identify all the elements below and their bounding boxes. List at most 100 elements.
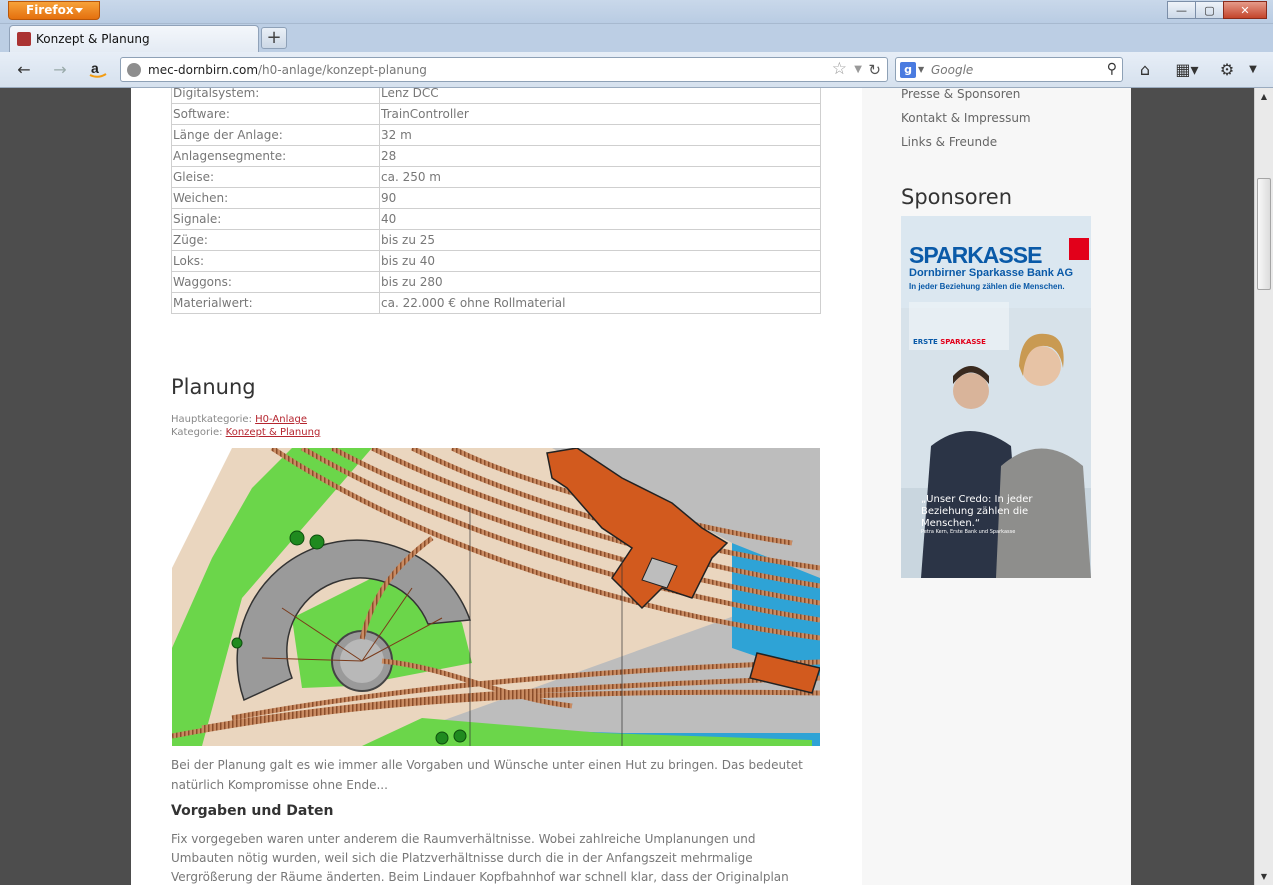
table-row: Software: TrainController: [171, 103, 821, 125]
url-path: /h0-anlage/konzept-planung: [258, 63, 427, 77]
table-row: Waggons: bis zu 280: [171, 271, 821, 293]
svg-text:a: a: [91, 60, 99, 76]
spec-value: Lenz DCC: [379, 88, 821, 104]
back-arrow-icon[interactable]: ←: [12, 58, 36, 82]
tab-title: Konzept & Planung: [36, 32, 150, 46]
spec-key: Materialwert:: [171, 292, 380, 314]
sidebar-link-presse[interactable]: Presse & Sponsoren: [901, 88, 1031, 106]
ad-erste-label: ERSTE: [913, 338, 938, 346]
spec-value: bis zu 40: [379, 250, 821, 272]
sidebar-link-links[interactable]: Links & Freunde: [901, 130, 1031, 154]
main-category-label: Hauptkategorie:: [171, 414, 252, 425]
post-meta: Hauptkategorie: H0-Anlage Kategorie: Kon…: [171, 413, 320, 439]
addon-icon[interactable]: ⚙: [1215, 58, 1239, 82]
search-placeholder: Google: [931, 63, 974, 77]
spec-key: Anlagensegmente:: [171, 145, 380, 167]
address-bar[interactable]: mec-dornbirn.com/h0-anlage/konzept-planu…: [120, 57, 888, 82]
spec-value: ca. 250 m: [379, 166, 821, 188]
maximize-button[interactable]: ▢: [1195, 1, 1224, 19]
amazon-icon[interactable]: a: [86, 58, 110, 82]
spec-key: Weichen:: [171, 187, 380, 209]
history-dropdown-icon[interactable]: ▼: [854, 64, 862, 75]
scroll-up-arrow-icon[interactable]: ▲: [1255, 88, 1273, 105]
home-icon[interactable]: ⌂: [1133, 58, 1157, 82]
bookmarks-menu-icon[interactable]: ▦▾: [1170, 58, 1204, 82]
body-paragraph: Fix vorgegeben waren unter anderem die R…: [171, 832, 789, 884]
table-row: Loks: bis zu 40: [171, 250, 821, 272]
table-row: Digitalsystem: Lenz DCC: [171, 88, 821, 104]
spec-value: ca. 22.000 € ohne Rollmaterial: [379, 292, 821, 314]
scrollbar-thumb[interactable]: [1257, 178, 1271, 290]
spec-key: Züge:: [171, 229, 380, 251]
ad-bank-name: Dornbirner Sparkasse Bank AG: [909, 267, 1074, 279]
spec-value: bis zu 25: [379, 229, 821, 251]
url-host: mec-dornbirn.com: [148, 63, 259, 77]
main-category-link[interactable]: H0-Anlage: [255, 414, 307, 425]
scroll-down-arrow-icon[interactable]: ▼: [1255, 868, 1273, 885]
sidebar: Presse & Sponsoren Kontakt & Impressum L…: [862, 88, 1131, 885]
subheading-vorgaben: Vorgaben und Daten: [171, 803, 334, 819]
search-engine-dropdown-icon[interactable]: ▼: [918, 65, 924, 74]
tab-strip: Konzept & Planung +: [0, 24, 1273, 52]
firefox-label: Firefox: [26, 3, 74, 17]
spec-key: Software:: [171, 103, 380, 125]
table-row: Signale: 40: [171, 208, 821, 230]
chevron-down-icon: [75, 8, 83, 13]
table-row: Züge: bis zu 25: [171, 229, 821, 251]
sparkasse-ad-banner[interactable]: SPARKASSE Dornbirner Sparkasse Bank AG I…: [901, 216, 1091, 578]
vertical-scrollbar[interactable]: ▲ ▼: [1254, 88, 1273, 885]
spec-key: Digitalsystem:: [171, 88, 380, 104]
toolbar-overflow-icon[interactable]: ▼: [1241, 58, 1265, 82]
spec-key: Signale:: [171, 208, 380, 230]
globe-icon: [127, 63, 141, 77]
ad-slogan: In jeder Beziehung zählen die Menschen.: [909, 282, 1065, 291]
new-tab-button[interactable]: +: [261, 27, 287, 49]
spec-value: 28: [379, 145, 821, 167]
minimize-button[interactable]: —: [1167, 1, 1196, 19]
ad-erste-brand: SPARKASSE: [940, 338, 986, 346]
sponsors-heading: Sponsoren: [901, 185, 1013, 209]
ad-quote-author: Petra Kern, Erste Bank und Sparkasse: [921, 529, 1016, 535]
table-row: Anlagensegmente: 28: [171, 145, 821, 167]
close-window-button[interactable]: ✕: [1223, 1, 1267, 19]
spec-value: 40: [379, 208, 821, 230]
search-engine-google-icon[interactable]: g: [900, 62, 916, 78]
sidebar-nav: Presse & Sponsoren Kontakt & Impressum L…: [901, 88, 1031, 154]
search-bar[interactable]: g ▼ Google ⚲: [895, 57, 1123, 82]
spec-value: TrainController: [379, 103, 821, 125]
search-icon[interactable]: ⚲: [1107, 61, 1117, 77]
specs-table: Digitalsystem: Lenz DCC Software: TrainCont…: [171, 88, 821, 314]
page-viewport: Digitalsystem: Lenz DCC Software: TrainCont…: [0, 88, 1254, 885]
url-text[interactable]: mec-dornbirn.com/h0-anlage/konzept-planu…: [148, 63, 427, 77]
category-link[interactable]: Konzept & Planung: [226, 427, 321, 438]
section-heading-planung: Planung: [171, 375, 256, 399]
table-row: Weichen: 90: [171, 187, 821, 209]
layout-plan-image: [172, 448, 820, 746]
ad-erste-logo: ERSTE SPARKASSE: [913, 338, 986, 346]
table-row: Materialwert: ca. 22.000 € ohne Rollmater…: [171, 292, 821, 314]
window-controls: — ▢ ✕: [1167, 1, 1267, 19]
spec-key: Loks:: [171, 250, 380, 272]
tab-konzept-planung[interactable]: Konzept & Planung: [9, 25, 259, 52]
category-label: Kategorie:: [171, 427, 223, 438]
spec-key: Waggons:: [171, 271, 380, 293]
ad-quote: „Unser Credo: In jeder Beziehung zählen …: [921, 494, 1033, 529]
sidebar-link-kontakt[interactable]: Kontakt & Impressum: [901, 106, 1031, 130]
intro-paragraph: Bei der Planung galt es wie immer alle V…: [171, 758, 803, 792]
spec-value: 90: [379, 187, 821, 209]
spec-value: bis zu 280: [379, 271, 821, 293]
spec-value: 32 m: [379, 124, 821, 146]
firefox-menu-button[interactable]: Firefox: [8, 1, 100, 20]
window-titlebar: Firefox — ▢ ✕: [0, 0, 1273, 24]
spec-key: Länge der Anlage:: [171, 124, 380, 146]
ad-brand: SPARKASSE: [909, 242, 1042, 268]
table-row: Gleise: ca. 250 m: [171, 166, 821, 188]
site-favicon-icon: [17, 32, 31, 46]
bookmark-star-icon[interactable]: ☆: [832, 59, 847, 79]
spec-key: Gleise:: [171, 166, 380, 188]
main-content: Digitalsystem: Lenz DCC Software: TrainCont…: [131, 88, 862, 885]
forward-arrow-icon[interactable]: →: [48, 58, 72, 82]
reload-icon[interactable]: ↻: [868, 61, 881, 79]
table-row: Länge der Anlage: 32 m: [171, 124, 821, 146]
navigation-toolbar: ← → a mec-dornbirn.com/h0-anlage/konzept…: [0, 52, 1273, 88]
